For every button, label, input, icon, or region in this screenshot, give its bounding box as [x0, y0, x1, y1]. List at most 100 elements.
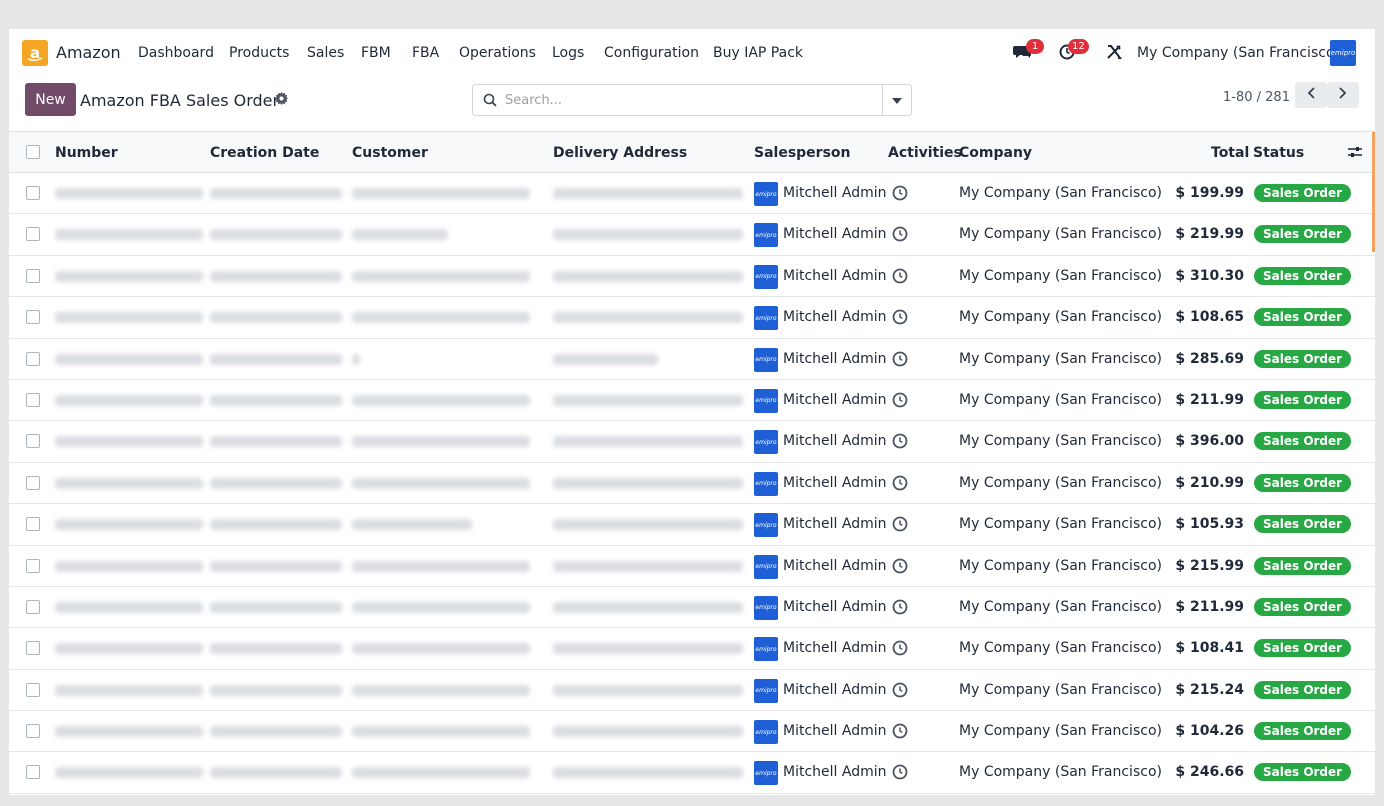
activity-clock-icon[interactable] — [892, 723, 908, 743]
user-avatar[interactable]: emipro — [1330, 40, 1356, 66]
table-row[interactable]: emipro Mitchell Admin My Company (San Fran… — [9, 752, 1375, 794]
delivery-address-redacted — [553, 353, 658, 365]
activity-clock-icon[interactable] — [892, 268, 908, 288]
search-options-toggle[interactable] — [882, 85, 911, 115]
activity-clock-icon[interactable] — [892, 309, 908, 329]
column-total[interactable]: Total — [1211, 145, 1249, 161]
activity-clock-icon[interactable] — [892, 516, 908, 536]
table-row[interactable]: emipro Mitchell Admin My Company (San Fran… — [9, 256, 1375, 298]
table-row[interactable]: emipro Mitchell Admin My Company (San Fran… — [9, 711, 1375, 753]
activity-clock-icon[interactable] — [892, 392, 908, 412]
activity-clock-icon[interactable] — [892, 433, 908, 453]
menu-dashboard[interactable]: Dashboard — [138, 45, 214, 61]
table-row[interactable]: emipro Mitchell Admin My Company (San Fran… — [9, 339, 1375, 380]
menu-fba[interactable]: FBA — [412, 45, 439, 61]
select-all-checkbox[interactable] — [26, 145, 40, 159]
column-delivery-address[interactable]: Delivery Address — [553, 145, 687, 161]
row-checkbox[interactable] — [26, 682, 40, 697]
pager-value[interactable]: 1-80 / 281 — [1223, 90, 1290, 105]
salesperson-avatar: emipro — [754, 347, 778, 372]
row-checkbox[interactable] — [26, 227, 40, 242]
row-checkbox[interactable] — [26, 434, 40, 449]
table-row[interactable]: emipro Mitchell Admin My Company (San Fran… — [9, 214, 1375, 256]
activity-clock-icon[interactable] — [892, 351, 908, 371]
order-number-redacted — [55, 726, 203, 738]
column-number[interactable]: Number — [55, 145, 118, 161]
column-salesperson[interactable]: Salesperson — [754, 145, 851, 161]
status-badge: Sales Order — [1254, 556, 1352, 575]
status-badge: Sales Order — [1254, 680, 1352, 699]
table-row[interactable]: emipro Mitchell Admin My Company (San Fran… — [9, 628, 1375, 670]
customer-redacted — [352, 270, 530, 282]
column-status[interactable]: Status — [1253, 145, 1304, 161]
table-row[interactable]: emipro Mitchell Admin My Company (San Fran… — [9, 380, 1375, 422]
delivery-address-redacted — [553, 312, 743, 324]
menu-logs[interactable]: Logs — [552, 45, 584, 61]
row-checkbox[interactable] — [26, 268, 40, 283]
activity-clock-icon[interactable] — [892, 599, 908, 619]
row-checkbox[interactable] — [26, 310, 40, 325]
row-checkbox[interactable] — [26, 765, 40, 780]
salesperson-avatar: emipro — [754, 720, 778, 745]
table-row[interactable]: emipro Mitchell Admin My Company (San Fran… — [9, 546, 1375, 587]
new-button[interactable]: New — [25, 83, 76, 116]
menu-fbm[interactable]: FBM — [361, 45, 391, 61]
row-checkbox[interactable] — [26, 558, 40, 573]
customer-redacted — [352, 560, 530, 572]
pager-previous-button[interactable] — [1295, 82, 1327, 108]
table-row[interactable]: emipro Mitchell Admin My Company (San Fran… — [9, 587, 1375, 629]
table-row[interactable]: emipro Mitchell Admin My Company (San Fran… — [9, 421, 1375, 463]
pager-next-button[interactable] — [1327, 82, 1359, 108]
activity-clock-icon[interactable] — [892, 682, 908, 702]
menu-products[interactable]: Products — [229, 45, 289, 61]
customer-redacted — [352, 643, 530, 655]
row-checkbox[interactable] — [26, 517, 40, 532]
menu-operations[interactable]: Operations — [459, 45, 536, 61]
salesperson-avatar: emipro — [754, 637, 778, 662]
search-input[interactable] — [505, 90, 875, 110]
activity-clock-icon[interactable] — [892, 764, 908, 784]
status-badge: Sales Order — [1254, 184, 1352, 202]
column-creation-date[interactable]: Creation Date — [210, 145, 319, 161]
scrollbar[interactable] — [1372, 132, 1375, 252]
app-name[interactable]: Amazon — [56, 43, 121, 62]
creation-date-redacted — [210, 436, 342, 448]
row-checkbox[interactable] — [26, 641, 40, 656]
salesperson-name: Mitchell Admin — [783, 681, 887, 698]
creation-date-redacted — [210, 601, 342, 613]
table-row[interactable]: emipro Mitchell Admin My Company (San Fran… — [9, 463, 1375, 505]
activity-clock-icon[interactable] — [892, 185, 908, 205]
activity-clock-icon[interactable] — [892, 226, 908, 246]
company-switcher[interactable]: My Company (San Francisco) — [1137, 45, 1340, 61]
amazon-logo-icon[interactable]: a — [22, 40, 48, 66]
row-checkbox[interactable] — [26, 392, 40, 407]
row-checkbox[interactable] — [26, 599, 40, 614]
activity-clock-icon[interactable] — [892, 640, 908, 660]
salesperson-avatar: emipro — [754, 223, 778, 248]
row-checkbox[interactable] — [26, 724, 40, 739]
customer-redacted — [352, 767, 530, 779]
column-customer[interactable]: Customer — [352, 145, 428, 161]
activity-clock-icon[interactable] — [892, 475, 908, 495]
menu-configuration[interactable]: Configuration — [604, 45, 699, 61]
creation-date-redacted — [210, 519, 342, 531]
row-checkbox[interactable] — [26, 475, 40, 490]
table-row[interactable]: emipro Mitchell Admin My Company (San Fran… — [9, 297, 1375, 339]
gear-icon[interactable] — [275, 92, 289, 106]
activity-clock-icon[interactable] — [892, 558, 908, 578]
menu-buy-iap-pack[interactable]: Buy IAP Pack — [713, 45, 803, 61]
table-row[interactable]: emipro Mitchell Admin My Company (San Fran… — [9, 173, 1375, 215]
status-badge: Sales Order — [1254, 349, 1352, 368]
optional-columns-icon[interactable] — [1348, 145, 1362, 163]
row-checkbox[interactable] — [26, 351, 40, 366]
menu-sales[interactable]: Sales — [307, 45, 344, 61]
app-window: a Amazon Dashboard Products Sales FBM FB… — [9, 29, 1375, 795]
table-row[interactable]: emipro Mitchell Admin My Company (San Fran… — [9, 670, 1375, 712]
debug-tools-icon[interactable] — [1106, 44, 1122, 64]
row-checkbox[interactable] — [26, 186, 40, 200]
column-company[interactable]: Company — [959, 145, 1032, 161]
table-row[interactable]: emipro Mitchell Admin My Company (San Fran… — [9, 504, 1375, 546]
customer-redacted — [352, 477, 530, 489]
column-activities[interactable]: Activities — [888, 145, 962, 161]
company-cell: My Company (San Francisco) — [959, 391, 1162, 408]
